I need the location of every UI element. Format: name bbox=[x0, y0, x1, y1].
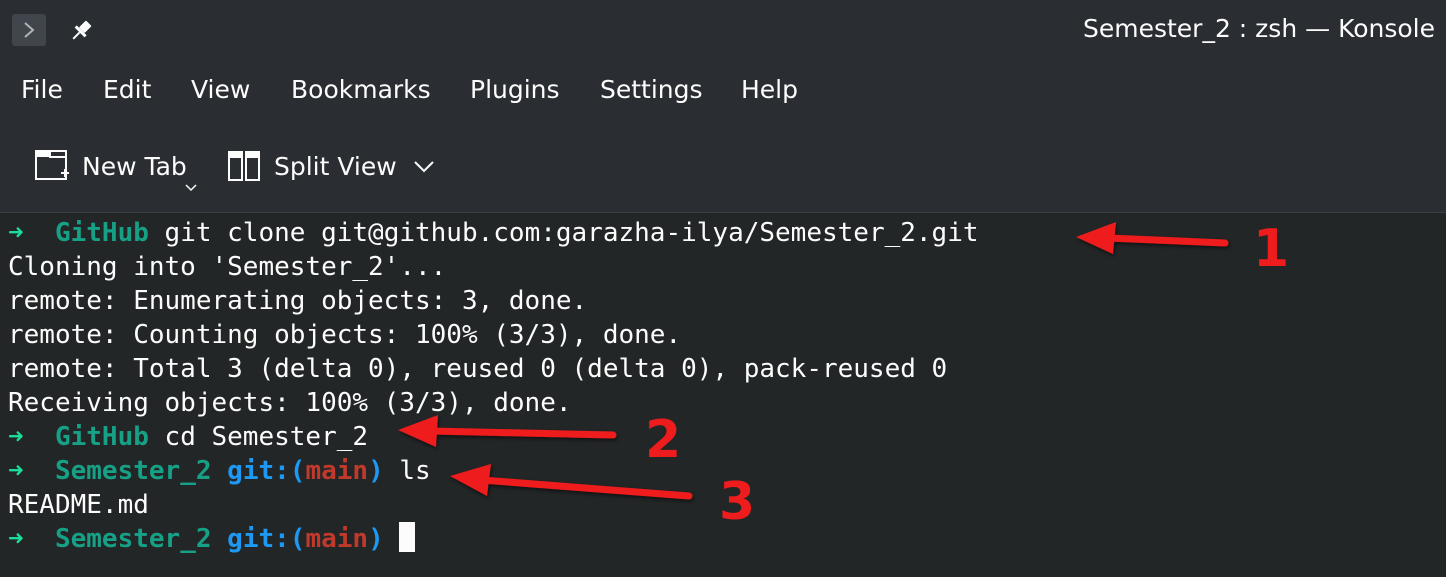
menu-edit[interactable]: Edit bbox=[103, 75, 151, 104]
terminal-line: ➜ Semester_2 git:(main) bbox=[8, 522, 416, 556]
terminal-line: ➜ Semester_2 git:(main) ls bbox=[8, 454, 431, 488]
split-view-button[interactable]: Split View bbox=[227, 138, 397, 194]
terminal-output: Receiving objects: 100% (3/3), done. bbox=[8, 388, 572, 418]
git-label: git:( bbox=[227, 456, 306, 486]
pin-icon bbox=[72, 20, 92, 40]
terminal-line: ➜ GitHub cd Semester_2 bbox=[8, 420, 368, 454]
konsole-menu-button[interactable] bbox=[12, 14, 46, 46]
annotation-number-3: 3 bbox=[719, 472, 756, 532]
menu-settings[interactable]: Settings bbox=[600, 75, 703, 104]
menu-plugins[interactable]: Plugins bbox=[470, 75, 560, 104]
toolbar: New Tab Split View bbox=[0, 138, 1446, 198]
prompt-dir: GitHub bbox=[54, 422, 149, 452]
prompt-arrow: ➜ bbox=[8, 456, 24, 486]
command-text: git clone git@github.com:garazha-ilya/Se… bbox=[148, 218, 979, 248]
menu-file[interactable]: File bbox=[21, 75, 63, 104]
chevron-down-icon[interactable] bbox=[413, 160, 435, 174]
prompt-dir: GitHub bbox=[54, 218, 149, 248]
split-view-icon bbox=[228, 151, 260, 181]
prompt-arrow: ➜ bbox=[8, 422, 24, 452]
prompt-arrow: ➜ bbox=[8, 524, 24, 554]
prompt-dir: Semester_2 bbox=[54, 524, 212, 554]
prompt-dir: Semester_2 bbox=[54, 456, 212, 486]
git-label: git:( bbox=[227, 524, 306, 554]
git-branch: main bbox=[305, 524, 369, 554]
menu-bookmarks[interactable]: Bookmarks bbox=[291, 75, 431, 104]
terminal-output: README.md bbox=[8, 490, 149, 520]
command-text: cd Semester_2 bbox=[148, 422, 369, 452]
git-branch: main bbox=[305, 456, 369, 486]
new-tab-button[interactable]: New Tab bbox=[34, 138, 187, 194]
new-tab-label: New Tab bbox=[82, 151, 187, 181]
menu-bar: File Edit View Bookmarks Plugins Setting… bbox=[0, 70, 1446, 116]
command-text: ls bbox=[383, 456, 431, 486]
terminal-output: Cloning into 'Semester_2'... bbox=[8, 252, 447, 282]
pin-button[interactable] bbox=[66, 16, 96, 46]
menu-view[interactable]: View bbox=[191, 75, 250, 104]
chevron-right-icon bbox=[24, 22, 35, 38]
new-tab-icon bbox=[35, 150, 69, 180]
git-label-close: ) bbox=[368, 524, 384, 554]
title-bar: Semester_2 : zsh — Konsole bbox=[0, 0, 1446, 62]
menu-help[interactable]: Help bbox=[741, 75, 798, 104]
chevron-down-icon[interactable] bbox=[185, 184, 197, 192]
terminal-line: ➜ GitHub git clone git@github.com:garazh… bbox=[8, 216, 979, 250]
annotation-number-1: 1 bbox=[1253, 219, 1290, 279]
terminal-cursor bbox=[399, 522, 416, 552]
git-label-close: ) bbox=[368, 456, 384, 486]
prompt-arrow: ➜ bbox=[8, 218, 24, 248]
annotation-number-2: 2 bbox=[645, 410, 682, 470]
terminal-output: remote: Total 3 (delta 0), reused 0 (del… bbox=[8, 354, 948, 384]
terminal-output: remote: Counting objects: 100% (3/3), do… bbox=[8, 320, 682, 350]
window-title: Semester_2 : zsh — Konsole bbox=[1082, 14, 1435, 43]
terminal-output: remote: Enumerating objects: 3, done. bbox=[8, 286, 588, 316]
split-view-label: Split View bbox=[274, 151, 397, 181]
